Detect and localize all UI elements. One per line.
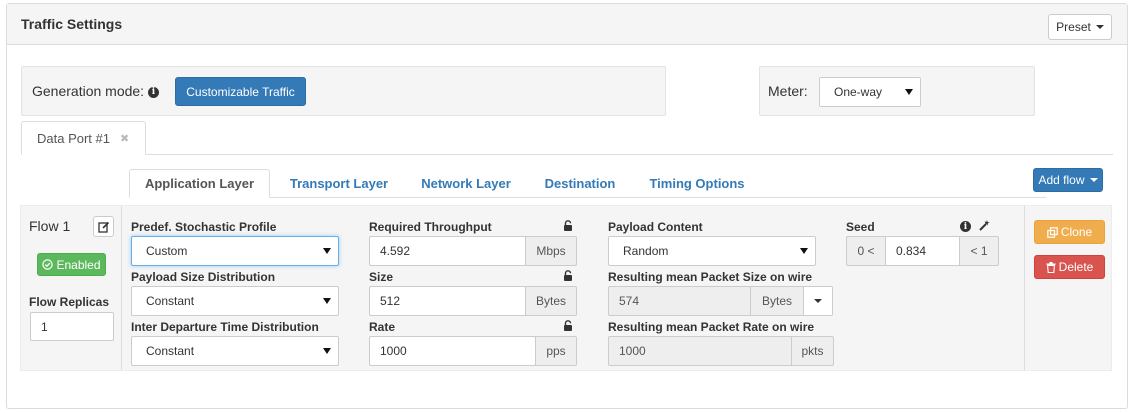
meter-select[interactable]: One-way [819,77,921,107]
chevron-down-icon [800,248,808,254]
add-flow-button[interactable]: Add flow [1033,168,1103,192]
lock-icon[interactable] [563,270,573,281]
throughput-unit: Mbps [525,236,577,266]
preset-dropdown-button[interactable]: Preset [1048,14,1112,40]
seed-prefix: 0 < [846,236,886,266]
chevron-down-icon [814,299,822,303]
rate-input[interactable]: 1000 [369,336,536,366]
profile-label: Predef. Stochastic Profile [131,220,277,234]
customizable-traffic-button[interactable]: Customizable Traffic [175,77,306,106]
seed-input[interactable]: 0.834 [885,236,960,266]
mean-size-unit: Bytes [750,286,804,316]
throughput-input[interactable]: 4.592 [369,236,526,266]
panel-header: Traffic Settings Preset [7,4,1127,45]
chevron-down-icon [323,348,331,354]
meter-label: Meter: [768,83,808,99]
profile-select[interactable]: Custom [131,236,339,266]
edit-flow-button[interactable] [93,216,114,237]
meter-selected-value: One-way [834,85,883,99]
flow-divider-right [1024,206,1025,370]
close-icon[interactable]: ✖ [120,132,129,145]
info-icon[interactable]: i [147,86,159,98]
port-tab-label: Data Port #1 [37,130,110,146]
tab-network-layer[interactable]: Network Layer [409,169,523,198]
rate-label: Rate [369,320,396,334]
edit-icon [97,221,109,233]
mean-size-unit-dropdown[interactable] [803,286,833,316]
flow-name: Flow 1 [29,218,71,234]
tab-timing-options[interactable]: Timing Options [637,169,757,198]
tab-destination[interactable]: Destination [531,169,629,198]
seed-suffix: < 1 [959,236,999,266]
generation-mode-label: Generation mode: i [32,83,159,99]
throughput-label: Required Throughput [369,220,492,234]
inter-departure-value: Constant [146,344,195,358]
tab-transport-layer[interactable]: Transport Layer [277,169,401,198]
meter-box: Meter: One-way [759,66,1035,116]
seed-label: Seed [846,220,875,234]
profile-value: Custom [146,244,188,258]
chevron-down-icon [1095,25,1104,29]
size-unit: Bytes [525,286,577,316]
payload-content-value: Random [623,244,669,258]
check-circle-icon [42,259,54,270]
flow-divider-left [121,206,122,370]
clone-button[interactable]: Clone [1034,220,1105,244]
payload-size-dist-value: Constant [146,294,195,308]
size-label: Size [369,270,394,284]
panel-title: Traffic Settings [21,16,123,32]
add-flow-label: Add flow [1038,173,1085,187]
rate-unit: pps [535,336,577,366]
tab-application-layer[interactable]: Application Layer [129,169,270,198]
lock-icon[interactable] [563,220,573,231]
enabled-toggle-button[interactable]: Enabled [37,253,106,276]
flow-replicas-label: Flow Replicas [29,295,110,309]
mean-rate-output: 1000 [608,336,792,366]
payload-content-label: Payload Content [608,220,703,234]
payload-size-dist-label: Payload Size Distribution [131,270,276,284]
chevron-down-icon [905,89,913,95]
delete-button[interactable]: Delete [1034,255,1105,279]
port-tabs-baseline [21,154,1113,155]
generation-mode-text: Generation mode: [32,83,145,99]
preset-label: Preset [1056,20,1091,34]
mean-size-output: 574 [608,286,751,316]
payload-content-select[interactable]: Random [608,236,816,266]
chevron-down-icon [1089,178,1098,182]
enabled-label: Enabled [56,257,101,272]
size-input[interactable]: 512 [369,286,526,316]
inter-departure-select[interactable]: Constant [131,336,339,366]
mean-rate-unit: pkts [791,336,834,366]
flow-row: Flow 1 Enabled Flow Replicas 1 Predef. S… [20,205,1112,371]
trash-icon [1046,261,1056,273]
tab-data-port-1[interactable]: Data Port #1 ✖ [21,121,146,155]
info-icon[interactable]: i [960,221,971,232]
lock-icon[interactable] [563,320,573,331]
chevron-down-icon [323,248,331,254]
inter-departure-label: Inter Departure Time Distribution [131,320,319,334]
generation-mode-box: Generation mode: i Customizable Traffic [21,66,666,116]
copy-icon [1047,226,1058,238]
payload-size-dist-select[interactable]: Constant [131,286,339,316]
mean-rate-label: Resulting mean Packet Rate on wire [608,320,815,334]
magic-wand-icon[interactable] [978,219,991,232]
clone-label: Clone [1060,225,1093,239]
mean-size-label: Resulting mean Packet Size on wire [608,270,813,284]
flow-replicas-input[interactable]: 1 [30,312,114,341]
delete-label: Delete [1058,260,1094,274]
chevron-down-icon [323,298,331,304]
